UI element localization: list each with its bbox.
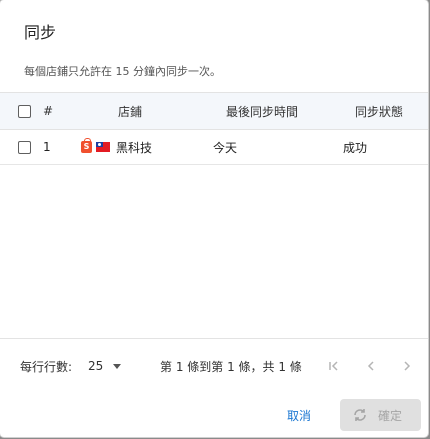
pagination-range: 第 1 條到第 1 條，共 1 條 (160, 359, 302, 374)
row-status: 成功 (343, 140, 368, 155)
rows-per-page-value: 25 (88, 359, 104, 373)
chevron-left-icon (367, 361, 374, 371)
first-page-button[interactable] (327, 339, 341, 393)
table-header: # 店鋪 最後同步時間 同步狀態 (0, 92, 428, 130)
rows-per-page-label: 每行行數: (20, 359, 73, 374)
caret-down-icon (113, 363, 122, 369)
first-page-icon (329, 361, 338, 371)
rows-per-page-select[interactable]: 25 (88, 339, 122, 393)
row-index: 1 (43, 140, 51, 154)
select-all-checkbox[interactable] (18, 93, 31, 129)
store-name: 黑科技 (116, 140, 153, 155)
column-header-store: 店鋪 (118, 104, 143, 119)
table-row[interactable]: 1 黑科技 今天 成功 (0, 130, 428, 165)
checkbox-box[interactable] (18, 104, 31, 118)
row-checkbox[interactable] (18, 130, 31, 164)
next-page-button[interactable] (400, 339, 414, 393)
store-table: # 店鋪 最後同步時間 同步狀態 1 黑科技 今天 成功 (0, 92, 428, 165)
previous-page-button[interactable] (364, 339, 378, 393)
column-header-last-sync: 最後同步時間 (226, 104, 299, 119)
sync-icon (354, 409, 366, 421)
row-last-sync: 今天 (213, 140, 238, 155)
dialog-subtitle: 每個店鋪只允許在 15 分鐘內同步一次。 (24, 65, 221, 78)
column-header-index: # (43, 104, 54, 118)
pagination-bar: 每行行數: 25 第 1 條到第 1 條，共 1 條 (0, 338, 428, 393)
checkbox-box[interactable] (18, 140, 31, 154)
confirm-label: 確定 (378, 408, 403, 423)
row-store: 黑科技 (81, 130, 152, 164)
sync-dialog: 同步 每個店鋪只允許在 15 分鐘內同步一次。 # 店鋪 最後同步時間 同步狀態… (0, 0, 428, 437)
confirm-button[interactable]: 確定 (340, 399, 421, 431)
dialog-title: 同步 (24, 23, 57, 42)
chevron-right-icon (404, 361, 411, 371)
taiwan-flag-icon (96, 142, 110, 152)
cancel-button[interactable]: 取消 (287, 407, 311, 424)
column-header-status: 同步狀態 (355, 104, 404, 119)
shopee-bag-icon (81, 138, 92, 153)
